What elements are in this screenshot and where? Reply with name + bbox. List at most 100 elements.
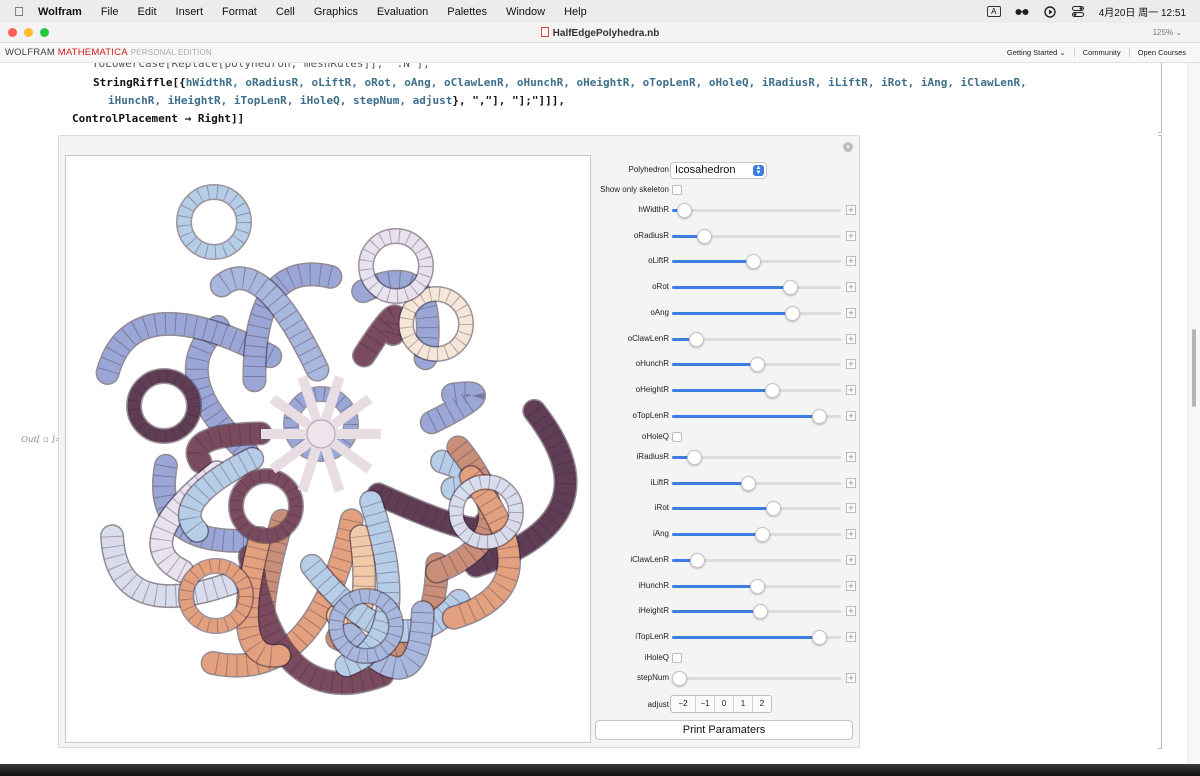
ohole-checkbox[interactable]: [672, 432, 682, 442]
notebook-area[interactable]: ToLowerCase[Replace[polyhedron, meshRule…: [0, 63, 1200, 776]
menu-window[interactable]: Window: [506, 6, 545, 18]
expand-oradiusr-button[interactable]: +: [846, 230, 856, 241]
code-line-2[interactable]: iHunchR, iHeightR, iTopLenR, iHoleQ, ste…: [108, 94, 565, 107]
slider-ihunchr[interactable]: [672, 578, 841, 594]
apple-icon[interactable]: : [12, 4, 26, 19]
menu-insert[interactable]: Insert: [176, 6, 204, 18]
output-cell-bracket[interactable]: [1158, 135, 1162, 749]
slider-hwidthr[interactable]: [672, 203, 841, 218]
skeleton-checkbox[interactable]: [672, 185, 682, 195]
window-title: HalfEdgePolyhedra.nb: [0, 27, 1200, 39]
slider-orot[interactable]: [672, 280, 841, 296]
ihole-checkbox[interactable]: [672, 653, 682, 663]
menu-app[interactable]: Wolfram: [38, 6, 82, 18]
slider-oheightr[interactable]: [672, 382, 841, 398]
zoom-menu[interactable]: 125% ⌄: [1153, 28, 1182, 37]
slider-thumb-ihunchr[interactable]: [749, 578, 765, 594]
adjust-2-button[interactable]: 2: [752, 696, 771, 712]
slider-thumb-orot[interactable]: [783, 280, 799, 296]
code-line-3[interactable]: ControlPlacement → Right]]: [72, 112, 244, 125]
clock[interactable]: 4月20日 周一 12:51: [1099, 4, 1186, 19]
play-circle-icon[interactable]: [1043, 5, 1057, 18]
slider-iheightr[interactable]: [672, 604, 841, 620]
adjust-minus-2-button[interactable]: −2: [671, 696, 695, 712]
expand-iheightr-button[interactable]: +: [846, 606, 856, 617]
code-line-1[interactable]: StringRiffle[{hWidthR, oRadiusR, oLiftR,…: [93, 76, 1027, 89]
stepnum-expand-button[interactable]: +: [846, 673, 856, 683]
slider-thumb-iheightr[interactable]: [752, 604, 768, 620]
stepnum-slider[interactable]: [671, 671, 841, 686]
slider-thumb-otoplenr[interactable]: [812, 408, 828, 424]
slider-ohunchr[interactable]: [672, 357, 841, 373]
menu-help[interactable]: Help: [564, 6, 587, 18]
slider-iradiusr[interactable]: [672, 450, 841, 465]
glasses-icon[interactable]: [1015, 6, 1029, 18]
polyhedron-graphic[interactable]: [65, 155, 591, 743]
expand-itoplenr-button[interactable]: +: [846, 631, 856, 642]
scrollbar-thumb[interactable]: [1192, 329, 1196, 407]
menu-edit[interactable]: Edit: [138, 6, 157, 18]
slider-iliftr[interactable]: [672, 475, 841, 491]
slider-thumb-iradiusr[interactable]: [686, 450, 702, 465]
slider-thumb-oliftr[interactable]: [746, 254, 762, 270]
adjust-0-button[interactable]: 0: [714, 696, 733, 712]
menu-palettes[interactable]: Palettes: [447, 6, 487, 18]
menu-file[interactable]: File: [101, 6, 119, 18]
slider-irot[interactable]: [672, 501, 841, 517]
expand-iclawlenr-button[interactable]: +: [846, 554, 856, 565]
polyhedron-popup[interactable]: Icosahedron ▲ ▼: [670, 162, 767, 179]
expand-oclawlenr-button[interactable]: +: [846, 333, 856, 344]
menu-cell[interactable]: Cell: [276, 6, 295, 18]
expand-iliftr-button[interactable]: +: [846, 477, 856, 488]
slider-oliftr[interactable]: [672, 254, 841, 270]
menu-graphics[interactable]: Graphics: [314, 6, 358, 18]
slider-thumb-oang[interactable]: [784, 305, 800, 321]
expand-hwidthr-button[interactable]: +: [846, 205, 856, 215]
slider-thumb-iang[interactable]: [754, 527, 770, 543]
slider-thumb-oheightr[interactable]: [764, 382, 780, 398]
menu-format[interactable]: Format: [222, 6, 257, 18]
slider-thumb-oradiusr[interactable]: [697, 228, 713, 244]
panel-options-icon[interactable]: +: [843, 142, 853, 152]
open-courses-link[interactable]: Open Courses: [1128, 48, 1194, 57]
slider-iang[interactable]: [672, 527, 841, 543]
print-parameters-button[interactable]: Print Paramaters: [595, 720, 853, 740]
menu-evaluation[interactable]: Evaluation: [377, 6, 428, 18]
chevron-updown-icon: ▲ ▼: [753, 165, 764, 176]
slider-thumb-ohunchr[interactable]: [749, 357, 765, 373]
expand-ohunchr-button[interactable]: +: [846, 359, 856, 370]
input-source-icon[interactable]: A: [986, 6, 1001, 18]
expand-iradiusr-button[interactable]: +: [846, 452, 856, 462]
adjust-minus-1-button[interactable]: −1: [695, 696, 714, 712]
getting-started-link[interactable]: Getting Started ⌄: [999, 48, 1074, 57]
slider-oclawlenr[interactable]: [672, 331, 841, 347]
slider-thumb-itoplenr[interactable]: [812, 629, 828, 645]
adjust-1-button[interactable]: 1: [733, 696, 752, 712]
stepnum-slider-thumb[interactable]: [671, 671, 687, 686]
expand-oheightr-button[interactable]: +: [846, 384, 856, 395]
slider-thumb-iclawlenr[interactable]: [690, 552, 706, 568]
expand-otoplenr-button[interactable]: +: [846, 410, 856, 421]
slider-otoplenr[interactable]: [672, 408, 841, 424]
expand-orot-button[interactable]: +: [846, 282, 856, 293]
control-center-icon[interactable]: [1071, 6, 1085, 18]
expand-oang-button[interactable]: +: [846, 307, 856, 318]
slider-thumb-iliftr[interactable]: [741, 475, 757, 491]
slider-label-iang: iAng: [652, 529, 669, 539]
expand-ihunchr-button[interactable]: +: [846, 580, 856, 591]
slider-thumb-hwidthr[interactable]: [676, 203, 692, 218]
slider-thumb-oclawlenr[interactable]: [688, 331, 704, 347]
input-cell-bracket[interactable]: [1158, 63, 1162, 133]
slider-itoplenr[interactable]: [672, 629, 841, 645]
expand-iang-button[interactable]: +: [846, 529, 856, 540]
expand-irot-button[interactable]: +: [846, 503, 856, 514]
slider-label-oliftr: oLiftR: [648, 256, 669, 266]
community-link[interactable]: Community: [1073, 48, 1129, 57]
ihole-label: iHoleQ: [644, 653, 669, 662]
slider-oang[interactable]: [672, 305, 841, 321]
expand-oliftr-button[interactable]: +: [846, 256, 856, 267]
slider-iclawlenr[interactable]: [672, 552, 841, 568]
slider-oradiusr[interactable]: [672, 228, 841, 244]
slider-thumb-irot[interactable]: [766, 501, 782, 517]
vertical-scrollbar[interactable]: [1187, 63, 1200, 776]
